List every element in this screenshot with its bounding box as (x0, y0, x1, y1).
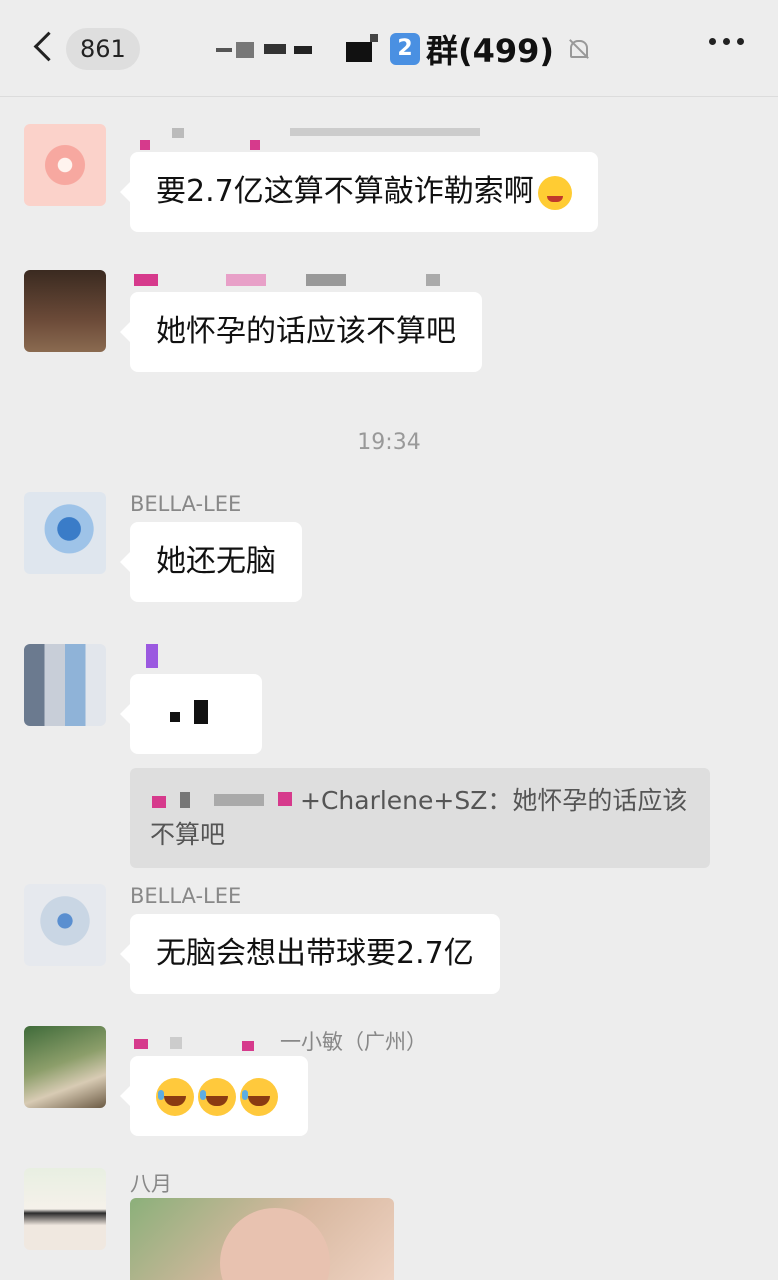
message-bubble[interactable]: 无脑会想出带球要2.7亿 (120, 914, 500, 994)
message-bubble[interactable] (120, 674, 262, 754)
mute-bell-icon (566, 36, 590, 62)
sender-name: 八月 (130, 1172, 172, 1196)
avatar[interactable] (24, 124, 106, 206)
message-text: 无脑会想出带球要2.7亿 (156, 936, 474, 971)
redacted-group-name (214, 34, 384, 64)
chat-header: 861 2 群(499) (0, 0, 778, 97)
laughing-emoji-icon (240, 1077, 278, 1116)
laughing-emoji-icon (156, 1077, 194, 1116)
redacted-sender-name (130, 644, 170, 670)
message-list[interactable]: 要2.7亿这算不算敲诈勒索啊 她怀孕的话应该不算吧 19:34 BELLA-LE… (0, 96, 778, 1280)
redacted-quote-sender (150, 792, 300, 812)
chevron-left-icon (33, 31, 64, 62)
bear-sticker-image (220, 1208, 330, 1280)
quote-sender-suffix: +Charlene+SZ： (300, 786, 513, 815)
chat-title[interactable]: 2 群(499) (214, 24, 590, 74)
quoted-message[interactable]: +Charlene+SZ：她怀孕的话应该不算吧 (130, 768, 710, 868)
message-bubble[interactable] (120, 1056, 308, 1136)
sender-name: BELLA-LEE (130, 492, 242, 516)
more-dots-icon (709, 38, 716, 45)
message-bubble[interactable]: 要2.7亿这算不算敲诈勒索啊 (120, 152, 598, 232)
laughing-emoji-icon (198, 1077, 236, 1116)
kiss-emoji-icon (537, 175, 572, 210)
avatar[interactable] (24, 270, 106, 352)
message-text: 她还无脑 (156, 544, 276, 579)
unread-count-badge: 861 (66, 28, 140, 70)
avatar[interactable] (24, 1168, 106, 1250)
redacted-sender-prefix (130, 1033, 280, 1053)
more-options-button[interactable] (709, 38, 744, 45)
timestamp: 19:34 (357, 430, 421, 455)
sender-name-suffix: 一小敏（广州） (280, 1030, 427, 1054)
redacted-message-text (170, 712, 180, 722)
avatar[interactable] (24, 884, 106, 966)
avatar[interactable] (24, 1026, 106, 1108)
image-message[interactable] (130, 1198, 394, 1280)
message-bubble[interactable]: 她还无脑 (120, 522, 302, 602)
group-title-text: 群(499) (426, 32, 555, 70)
message-bubble[interactable]: 她怀孕的话应该不算吧 (120, 292, 482, 372)
avatar[interactable] (24, 644, 106, 726)
message-text: 要2.7亿这算不算敲诈勒索啊 (156, 174, 534, 209)
group-number-badge: 2 (390, 33, 420, 65)
sender-name: BELLA-LEE (130, 884, 242, 908)
sender-name: 一小敏（广州） (130, 1026, 450, 1054)
avatar[interactable] (24, 492, 106, 574)
back-button[interactable]: 861 (26, 24, 146, 74)
message-text: 她怀孕的话应该不算吧 (156, 314, 456, 349)
redacted-sender-name (130, 124, 480, 150)
